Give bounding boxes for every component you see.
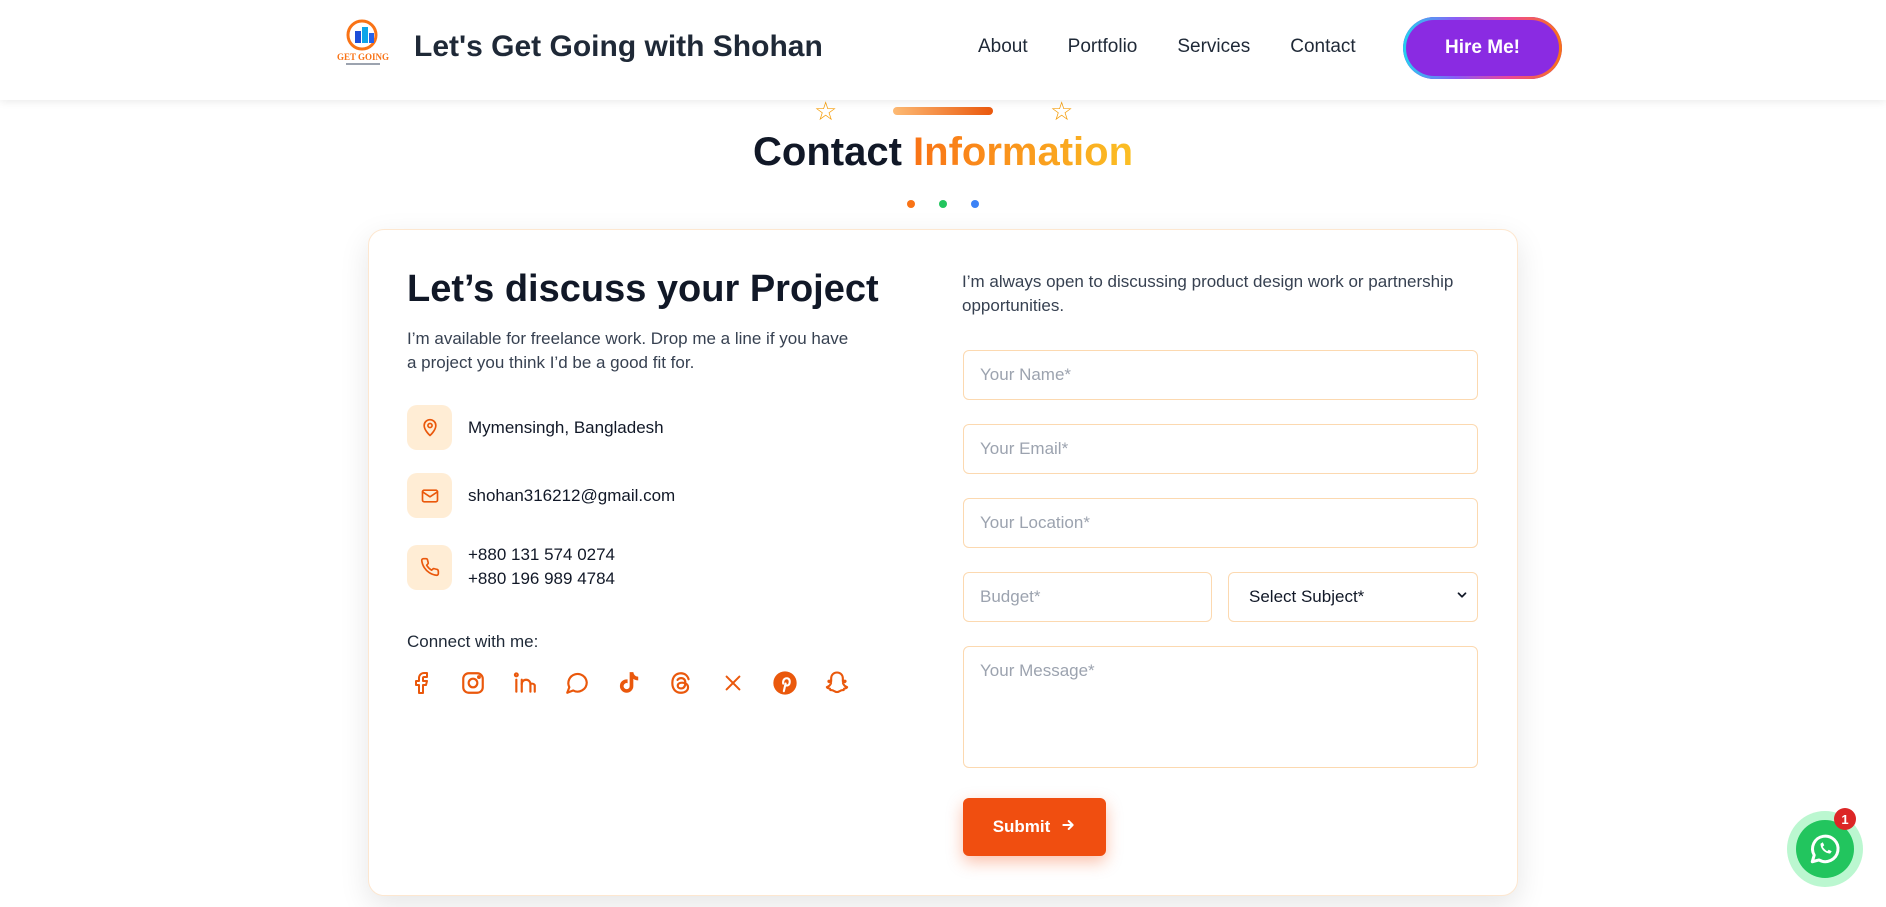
location-row: Mymensingh, Bangladesh [407,405,664,450]
location-text: Mymensingh, Bangladesh [468,417,664,437]
phone-icon [407,544,452,590]
notification-badge: 1 [1834,808,1856,830]
budget-input[interactable] [963,572,1212,622]
phone-row: +880 131 574 0274 +880 196 989 4784 [407,543,615,591]
star-icon: ☆ [814,96,838,126]
nav-contact[interactable]: Contact [1290,36,1355,58]
form-intro: I’m always open to discussing product de… [962,272,1454,315]
project-description: I’m available for freelance work. Drop m… [407,329,849,372]
location-input[interactable] [963,498,1478,548]
section-title-part2: Information [913,130,1133,174]
social-links [407,669,851,697]
section-title-part1: Contact [753,130,902,174]
submit-label: Submit [992,817,1051,836]
submit-button[interactable]: Submit [963,798,1106,856]
email-input[interactable] [963,424,1478,474]
threads-icon[interactable] [667,669,695,697]
site-title[interactable]: Let's Get Going with Shohan [414,30,823,64]
email-text[interactable]: shohan316212@gmail.com [468,484,675,508]
snapchat-icon[interactable] [823,669,851,697]
heading-divider [893,107,993,115]
decor-dot-orange [907,200,915,208]
pinterest-icon[interactable] [771,669,799,697]
nav-about[interactable]: About [978,36,1028,58]
location-pin-icon [407,405,452,450]
mail-icon [407,473,452,518]
chevron-down-icon [1455,587,1469,607]
messenger-icon[interactable] [563,669,591,697]
x-icon[interactable] [719,669,747,697]
logo-text: GET GOING [337,52,389,62]
site-logo[interactable]: GET GOING [336,17,390,71]
star-icon: ☆ [1050,96,1074,126]
linkedin-icon[interactable] [511,669,539,697]
email-row: shohan316212@gmail.com [407,473,675,518]
hire-me-label: Hire Me! [1445,37,1520,58]
hire-me-button[interactable]: Hire Me! [1403,17,1562,79]
phone-number-2[interactable]: +880 196 989 4784 [468,567,615,591]
phone-numbers: +880 131 574 0274 +880 196 989 4784 [468,543,615,591]
instagram-icon[interactable] [459,669,487,697]
decor-dot-blue [971,200,979,208]
decor-dot-green [939,200,947,208]
connect-label: Connect with me: [407,632,539,651]
message-textarea[interactable] [963,646,1478,768]
site-header: GET GOING Let's Get Going with Shohan Ab… [0,0,1886,100]
facebook-icon[interactable] [407,669,435,697]
tiktok-icon[interactable] [615,669,643,697]
nav-portfolio[interactable]: Portfolio [1068,36,1138,58]
main-nav: About Portfolio Services Contact [978,36,1356,58]
section-title: Contact Information [0,130,1886,175]
subject-select-value: Select Subject* [1249,587,1365,606]
arrow-right-icon [1060,817,1076,838]
phone-number-1[interactable]: +880 131 574 0274 [468,543,615,567]
nav-services[interactable]: Services [1177,36,1250,58]
project-title: Let’s discuss your Project [407,268,879,310]
name-input[interactable] [963,350,1478,400]
subject-select[interactable]: Select Subject* [1228,572,1478,622]
